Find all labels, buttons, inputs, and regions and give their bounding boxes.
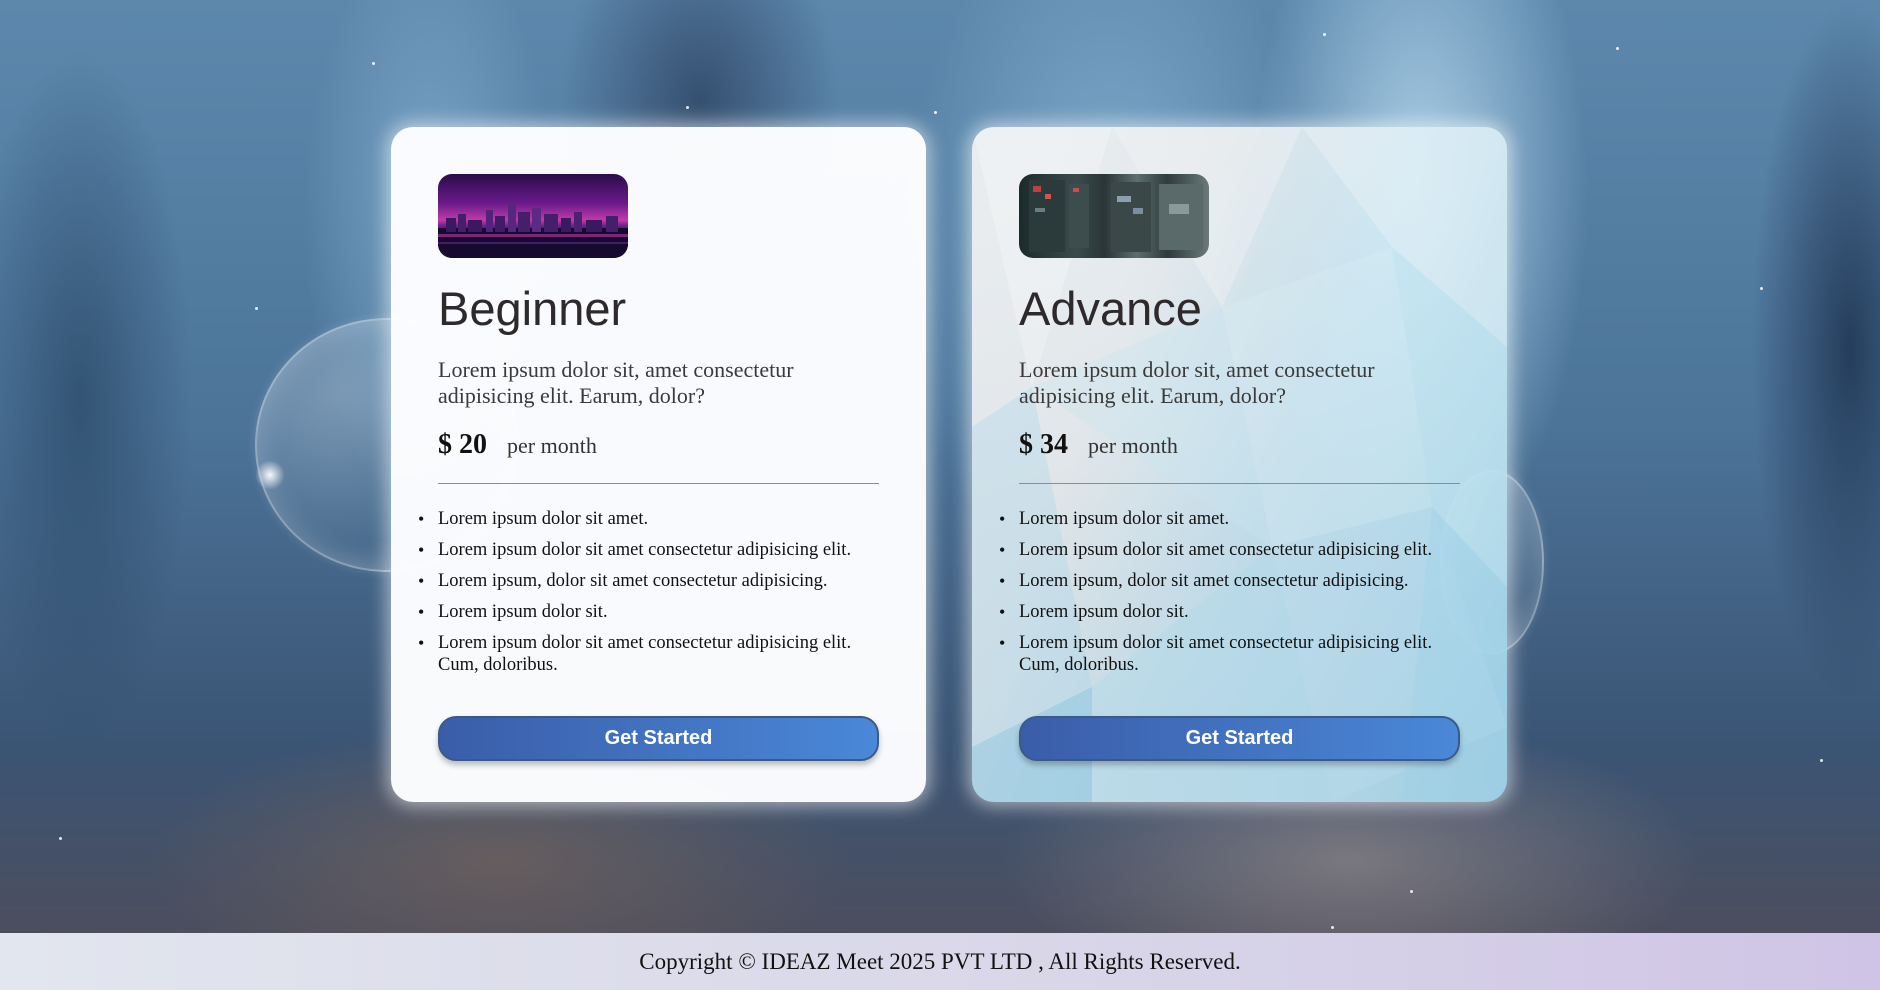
feature-item: Lorem ipsum dolor sit. — [418, 601, 879, 623]
feature-list: Lorem ipsum dolor sit amet. Lorem ipsum … — [418, 508, 879, 676]
sparkle-decoration — [1820, 759, 1823, 762]
sparkle-decoration — [1331, 926, 1334, 929]
get-started-button[interactable]: Get Started — [1019, 716, 1460, 761]
feature-item: Lorem ipsum dolor sit amet. — [418, 508, 879, 530]
price-row: $ 34 per month — [1019, 429, 1460, 465]
pricing-card-beginner: Beginner Lorem ipsum dolor sit, amet con… — [391, 127, 926, 802]
feature-item: Lorem ipsum dolor sit amet consectetur a… — [418, 632, 879, 676]
page-footer: Copyright © IDEAZ Meet 2025 PVT LTD , Al… — [0, 933, 1880, 990]
get-started-button[interactable]: Get Started — [438, 716, 879, 761]
feature-item: Lorem ipsum dolor sit. — [999, 601, 1460, 623]
sparkle-decoration — [255, 307, 258, 310]
feature-item: Lorem ipsum dolor sit amet. — [999, 508, 1460, 530]
feature-item: Lorem ipsum, dolor sit amet consectetur … — [999, 570, 1460, 592]
sparkle-decoration — [59, 837, 62, 840]
feature-item: Lorem ipsum dolor sit amet consectetur a… — [418, 539, 879, 561]
plan-price: $ 34 — [1019, 429, 1068, 460]
feature-list: Lorem ipsum dolor sit amet. Lorem ipsum … — [999, 508, 1460, 676]
plan-price: $ 20 — [438, 429, 487, 460]
feature-item: Lorem ipsum dolor sit amet consectetur a… — [999, 632, 1460, 676]
divider — [1019, 483, 1460, 484]
divider — [438, 483, 879, 484]
plan-title: Beginner — [438, 282, 627, 335]
plan-title: Advance — [1019, 282, 1202, 335]
billing-period: per month — [507, 433, 597, 458]
pricing-card-advance: Advance Lorem ipsum dolor sit, amet cons… — [972, 127, 1507, 802]
sparkle-decoration — [1760, 287, 1763, 290]
feature-item: Lorem ipsum dolor sit amet consectetur a… — [999, 539, 1460, 561]
bubble-highlight-decoration — [255, 460, 285, 490]
sparkle-decoration — [1616, 47, 1619, 50]
sparkle-decoration — [686, 106, 689, 109]
price-row: $ 20 per month — [438, 429, 879, 465]
server-rack-image — [1019, 174, 1209, 258]
sparkle-decoration — [934, 111, 937, 114]
background-bubbles-image — [0, 0, 1880, 933]
plan-description: Lorem ipsum dolor sit, amet consectetur … — [438, 357, 794, 408]
plan-description: Lorem ipsum dolor sit, amet consectetur … — [1019, 357, 1375, 408]
copyright-text: Copyright © IDEAZ Meet 2025 PVT LTD , Al… — [639, 948, 1241, 974]
city-skyline-image — [438, 174, 628, 258]
sparkle-decoration — [1323, 33, 1326, 36]
sparkle-decoration — [372, 62, 375, 65]
sparkle-decoration — [1410, 890, 1413, 893]
feature-item: Lorem ipsum, dolor sit amet consectetur … — [418, 570, 879, 592]
billing-period: per month — [1088, 433, 1178, 458]
